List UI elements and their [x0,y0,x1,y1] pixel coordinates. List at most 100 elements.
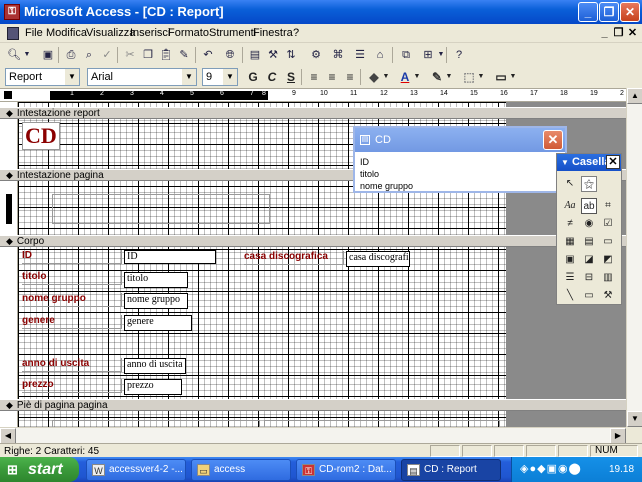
report-title-label[interactable]: CD [22,122,60,150]
vertical-scrollbar[interactable]: ▲ ▼ [626,88,642,427]
section-body[interactable]: ◆ Corpo [0,235,626,247]
textbox-casa-discografica[interactable]: casa discografica [346,251,410,267]
field-list-window[interactable]: ▤ CD ✕ ID titolo nome gruppo [353,126,567,193]
field-list-item[interactable]: titolo [355,168,565,180]
field-list-item[interactable]: nome gruppo [355,180,565,192]
properties-icon[interactable]: ☰ [352,47,368,63]
chevron-down-icon[interactable]: ▼ [561,158,569,167]
bound-object-icon[interactable]: ◩ [600,252,616,268]
align-center-icon[interactable]: ≡ [323,69,341,85]
page-break-icon[interactable]: ☰ [562,270,578,286]
more-controls-icon[interactable]: ⚒ [600,288,616,304]
special-effect-icon[interactable]: ▭ [492,69,510,85]
spelling-icon[interactable]: ✓ [99,47,115,63]
doc-restore-button[interactable]: ❐ [612,27,625,40]
control-wizards-icon[interactable]: ⚝ [581,176,597,192]
underline-button[interactable]: S [282,69,300,85]
doc-close-button[interactable]: ✕ [626,27,639,40]
align-left-icon[interactable]: ≡ [305,69,323,85]
scroll-left-icon[interactable]: ◀ [0,428,16,444]
section-report-header[interactable]: ◆ Intestazione report [0,107,626,119]
label-genere[interactable]: genere [22,315,122,329]
menu-modifica[interactable]: Modifica [46,27,87,39]
view-dropdown-icon[interactable]: ▼ [22,47,32,63]
chevron-down-icon[interactable]: ▼ [65,69,79,85]
field-list-icon[interactable]: ▤ [247,47,263,63]
textbox-prezzo[interactable]: prezzo [124,379,182,395]
toolbox-icon[interactable]: ⚒ [265,47,281,63]
close-button[interactable]: ✕ [620,2,640,22]
toggle-button-icon[interactable]: ≠ [562,216,578,232]
copy-icon[interactable]: ❐ [140,47,156,63]
object-combo[interactable]: Report ▼ [5,68,80,86]
format-painter-icon[interactable]: ✎ [176,47,192,63]
hyperlink-icon[interactable]: 🌐︎ [222,47,238,63]
autoformat-icon[interactable]: ⚙ [308,47,324,63]
new-object-dropdown-icon[interactable]: ▼ [436,47,446,63]
font-size-combo[interactable]: 9 ▼ [202,68,238,86]
code-icon[interactable]: ⌘ [330,47,346,63]
fill-color-dropdown-icon[interactable]: ▼ [382,69,390,85]
menu-inserisci[interactable]: Inserisci [130,27,170,39]
toolbox-close-button[interactable]: ✕ [606,155,620,169]
label-casa-discografica[interactable]: casa discografica [244,251,344,265]
menu-finestra[interactable]: Finestra [253,27,293,39]
undo-icon[interactable]: ↶ [200,47,216,63]
database-window-icon[interactable]: ⧉ [398,47,414,63]
scroll-up-icon[interactable]: ▲ [627,88,642,104]
option-group-icon[interactable]: ⌗ [600,198,616,214]
field-list-close-button[interactable]: ✕ [543,130,563,150]
select-report-box[interactable] [4,91,12,99]
italic-button[interactable]: C [263,69,281,85]
font-color-icon[interactable]: A [396,69,414,85]
menu-strumenti[interactable]: Strumenti [209,27,256,39]
select-objects-icon[interactable]: ↖ [562,176,578,192]
textbox-nome-gruppo[interactable]: nome gruppo [124,293,188,309]
section-page-footer[interactable]: ◆ Piè di pagina pagina [0,399,626,411]
task-database[interactable]: ⚿ CD-rom2 : Dat... [296,459,396,481]
combo-box-icon[interactable]: ▦ [562,234,578,250]
view-icon[interactable]: 🔍︎ [6,47,22,63]
cut-icon[interactable]: ✂ [122,47,138,63]
menu-help[interactable]: ? [293,27,299,39]
menu-formato[interactable]: Formato [168,27,209,39]
field-list-titlebar[interactable]: ▤ CD ✕ [355,128,565,152]
textbox-genere[interactable]: genere [124,315,192,331]
line-tool-icon[interactable]: ╲ [562,288,578,304]
horizontal-scrollbar[interactable]: ◀ ▶ [0,427,626,444]
tray-icons[interactable]: ◈●◆▣◉⬤ [520,457,582,482]
line-width-dropdown-icon[interactable]: ▼ [477,69,485,85]
tab-control-icon[interactable]: ⊟ [581,270,597,286]
textbox-anno-di-uscita[interactable]: anno di uscita [124,358,186,374]
new-object-icon[interactable]: ⊞ [420,47,436,63]
option-button-icon[interactable]: ◉ [581,216,597,232]
page-header-box[interactable] [52,194,270,224]
task-report[interactable]: ▤ CD : Report [401,459,501,481]
save-icon[interactable]: ▣ [40,47,56,63]
font-color-dropdown-icon[interactable]: ▼ [413,69,421,85]
align-right-icon[interactable]: ≡ [341,69,359,85]
textbox-titolo[interactable]: titolo [124,272,188,288]
menu-file[interactable]: File [25,27,43,39]
build-icon[interactable]: ⌂ [372,47,388,63]
minimize-button[interactable]: _ [578,2,598,22]
list-box-icon[interactable]: ▤ [581,234,597,250]
sorting-grouping-icon[interactable]: ⇅ [283,47,299,63]
scroll-down-icon[interactable]: ▼ [627,411,642,427]
start-button[interactable]: ⊞ start [0,457,79,482]
line-color-icon[interactable]: ✎ [428,69,446,85]
help-icon[interactable]: ? [451,47,467,63]
task-folder[interactable]: ▭ access [191,459,291,481]
menu-visualizza[interactable]: Visualizza [86,27,135,39]
line-width-icon[interactable]: ⬚ [460,69,478,85]
label-prezzo[interactable]: prezzo [22,379,122,393]
subform-icon[interactable]: ▥ [600,270,616,286]
label-id[interactable]: ID [22,250,122,264]
doc-minimize-button[interactable]: _ [598,27,611,40]
chevron-down-icon[interactable]: ▼ [182,69,196,85]
toolbox-titlebar[interactable]: ▼ Casella ✕ [557,154,621,171]
textbox-id[interactable]: ID [124,250,216,264]
toolbox-window[interactable]: ▼ Casella ✕ ↖ ⚝ Aa ab ⌗ ≠ ◉ ☑ ▦ ▤ ▭ ▣ ◪ … [556,153,622,305]
label-anno-di-uscita[interactable]: anno di uscita [22,358,122,372]
print-preview-icon[interactable]: ⌕ [81,47,97,63]
